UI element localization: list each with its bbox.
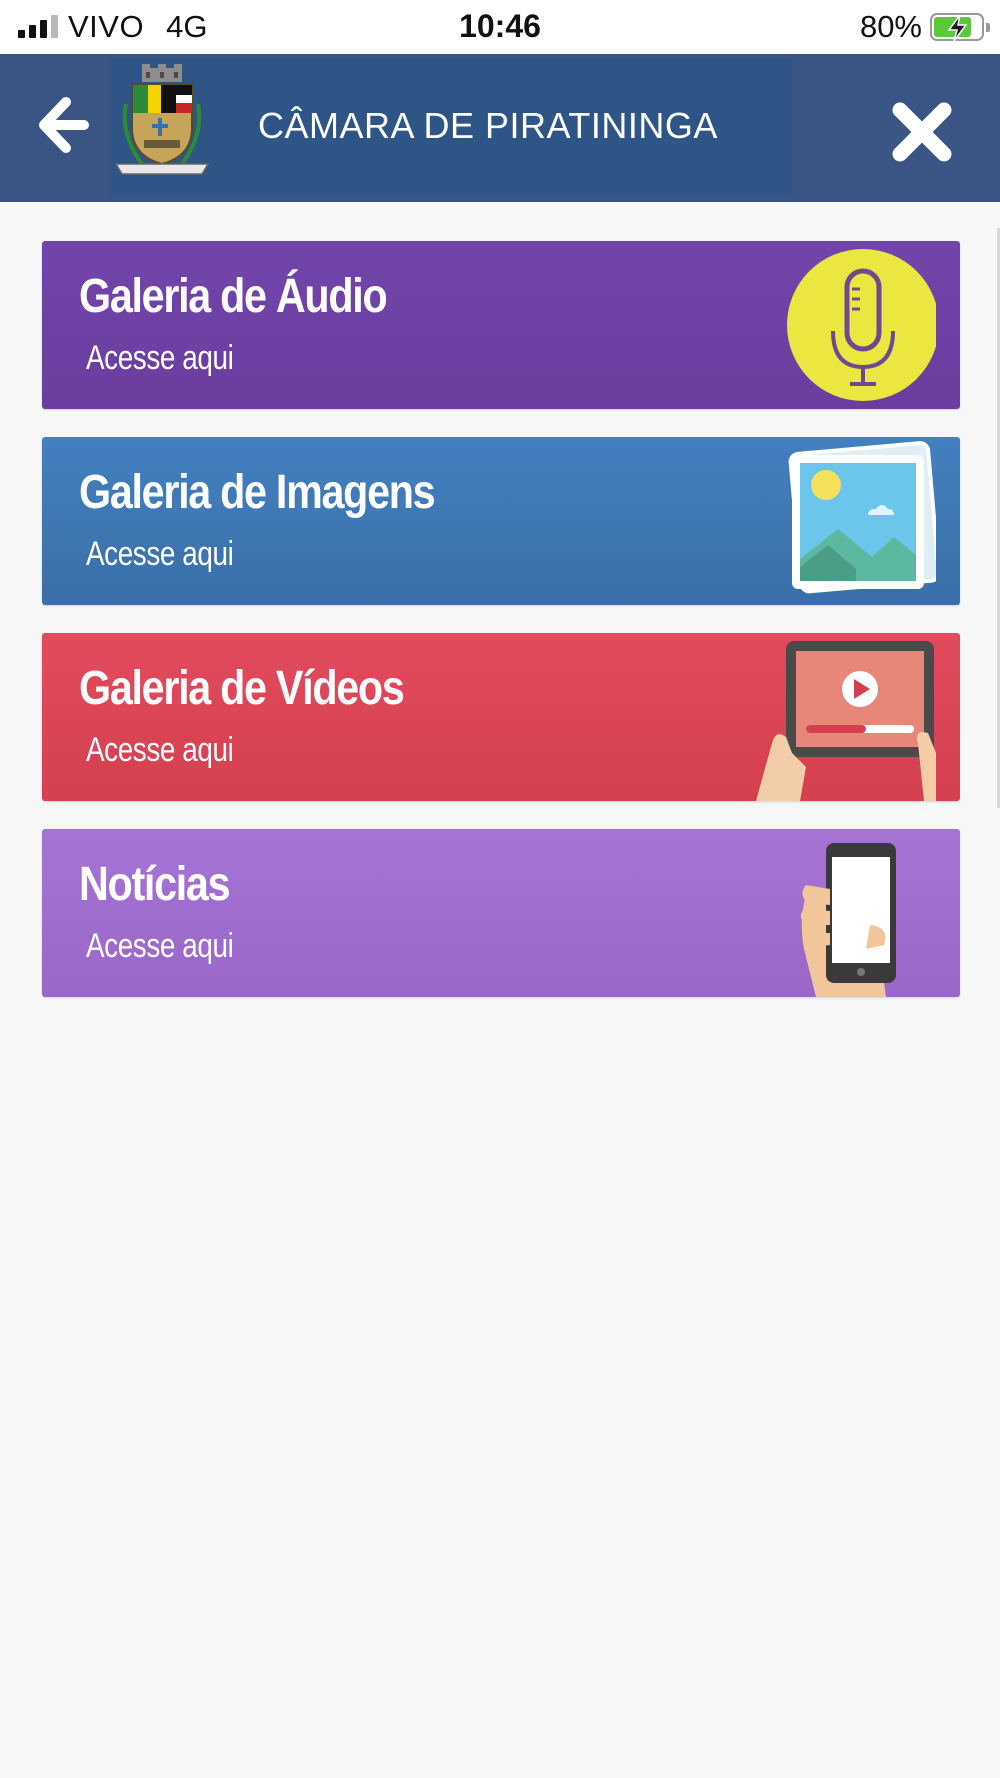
card-subtitle: Acesse aqui: [86, 927, 234, 965]
header-title: CÂMARA DE PIRATININGA: [258, 105, 718, 146]
card-title: Galeria de Áudio: [79, 270, 388, 323]
close-button[interactable]: [888, 98, 956, 166]
menu-list: Galeria de Áudio Acesse aqui Galeria de …: [42, 241, 960, 1025]
battery-tip: [986, 23, 990, 32]
card-subtitle: Acesse aqui: [86, 731, 234, 769]
arrow-left-icon: [39, 97, 89, 153]
news-card[interactable]: Notícias Acesse aqui: [42, 829, 960, 997]
card-title: Galeria de Vídeos: [79, 662, 405, 715]
card-subtitle: Acesse aqui: [86, 339, 234, 377]
header-bar: CÂMARA DE PIRATININGA: [0, 54, 1000, 202]
audio-gallery-card[interactable]: Galeria de Áudio Acesse aqui: [42, 241, 960, 409]
card-subtitle: Acesse aqui: [86, 535, 234, 573]
battery-percent: 80%: [859, 9, 922, 44]
charging-bolt-icon: [947, 14, 968, 42]
video-gallery-card[interactable]: Galeria de Vídeos Acesse aqui: [42, 633, 960, 801]
tablet-video-icon: [756, 641, 936, 801]
card-title: Galeria de Imagens: [79, 466, 436, 519]
municipal-crest-icon: [114, 64, 210, 175]
battery-icon: [930, 13, 990, 42]
close-x-icon: [892, 102, 952, 162]
status-time: 10:46: [459, 8, 541, 44]
microphone-icon: [787, 249, 936, 401]
status-bar: VIVO 4G 10:46 80%: [0, 0, 1000, 54]
picture-gallery-icon: [788, 441, 936, 594]
phone-in-hand-icon: [800, 843, 896, 997]
card-title: Notícias: [79, 858, 231, 911]
status-right: 80%: [859, 8, 990, 46]
image-gallery-card[interactable]: Galeria de Imagens Acesse aqui: [42, 437, 960, 605]
back-button[interactable]: [36, 92, 92, 158]
